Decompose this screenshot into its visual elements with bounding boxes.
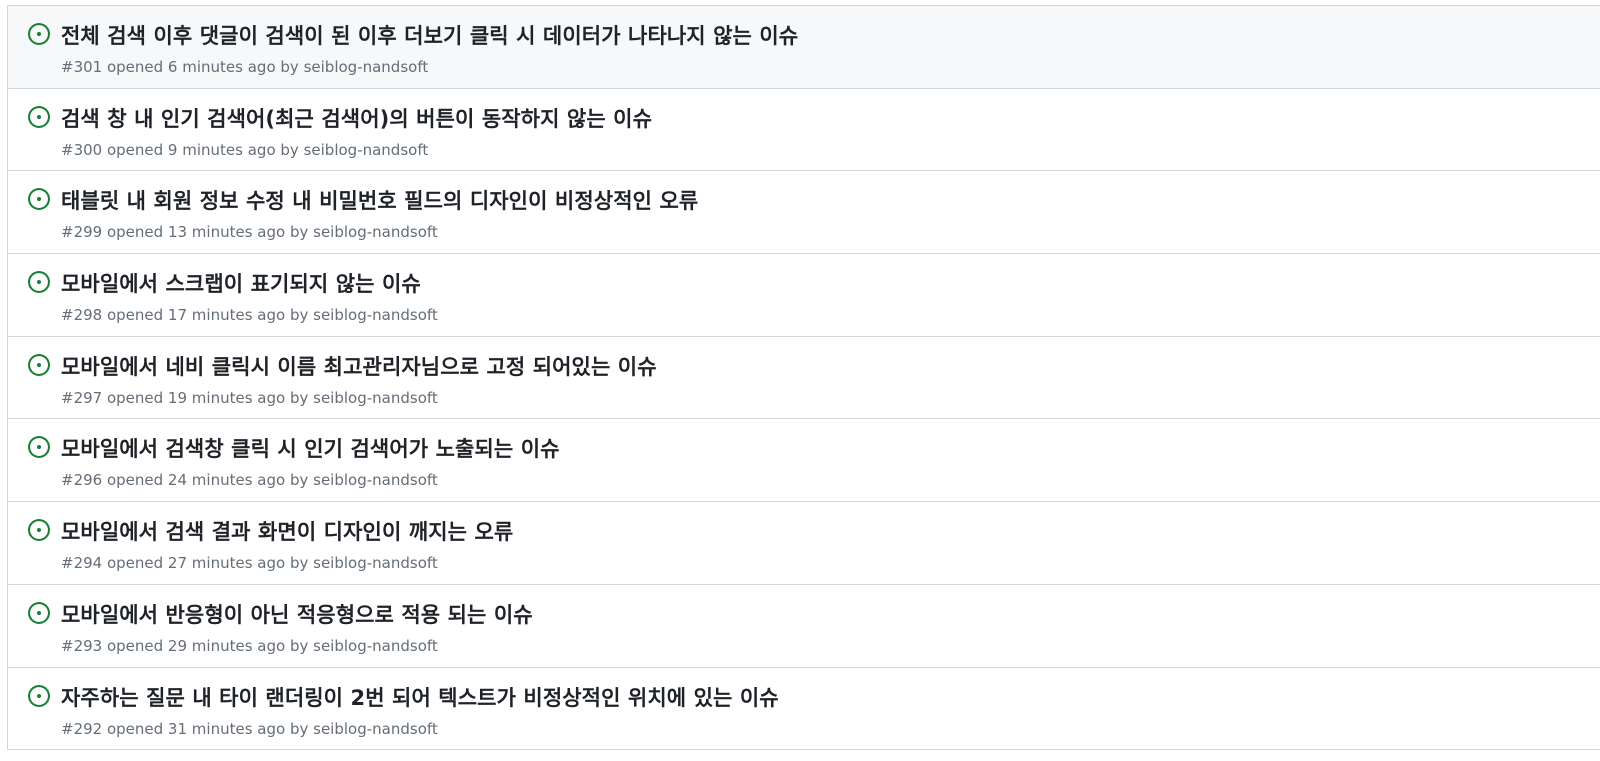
issue-meta: #296 opened 24 minutes ago by seiblog-na… bbox=[61, 471, 438, 489]
issue-meta: #297 opened 19 minutes ago by seiblog-na… bbox=[61, 389, 438, 407]
issue-opened-time: opened 29 minutes ago bbox=[106, 636, 286, 655]
issue-opened-icon bbox=[28, 188, 50, 211]
issue-by: by bbox=[289, 471, 309, 490]
issue-number: #296 bbox=[61, 471, 103, 490]
issue-opened-icon bbox=[28, 684, 50, 707]
issue-by: by bbox=[289, 306, 309, 325]
issue-meta: #294 opened 27 minutes ago by seiblog-na… bbox=[61, 554, 438, 572]
issue-by: by bbox=[289, 388, 309, 407]
issue-author-link[interactable]: seiblog-nandsoft bbox=[313, 554, 438, 572]
issue-by: by bbox=[289, 719, 309, 738]
issue-by: by bbox=[280, 140, 299, 159]
issue-author-link[interactable]: seiblog-nandsoft bbox=[313, 306, 438, 324]
issue-title-link[interactable]: 모바일에서 스크랩이 표기되지 않는 이슈 bbox=[61, 268, 421, 298]
issue-author-link[interactable]: seiblog-nandsoft bbox=[313, 223, 438, 241]
issue-title-link[interactable]: 자주하는 질문 내 타이 랜더링이 2번 되어 텍스트가 비정상적인 위치에 있… bbox=[61, 682, 779, 712]
issue-row[interactable]: 모바일에서 검색 결과 화면이 디자인이 깨지는 오류 #294 opened … bbox=[8, 502, 1600, 585]
issue-opened-time: opened 27 minutes ago bbox=[106, 554, 286, 573]
issue-row[interactable]: 모바일에서 네비 클릭시 이름 최고관리자님으로 고정 되어있는 이슈 #297… bbox=[8, 336, 1600, 420]
issue-opened-icon bbox=[28, 23, 50, 45]
issue-number: #298 bbox=[61, 306, 103, 325]
issue-author-link[interactable]: seiblog-nandsoft bbox=[304, 58, 429, 76]
issue-row[interactable]: 자주하는 질문 내 타이 랜더링이 2번 되어 텍스트가 비정상적인 위치에 있… bbox=[8, 667, 1600, 751]
issue-title-link[interactable]: 모바일에서 검색창 클릭 시 인기 검색어가 노출되는 이슈 bbox=[61, 433, 560, 463]
issue-opened-icon bbox=[28, 271, 50, 294]
issue-opened-time: opened 9 minutes ago bbox=[106, 140, 276, 159]
issue-meta: #301 opened 6 minutes ago by seiblog-nan… bbox=[61, 58, 428, 76]
issue-meta: #293 opened 29 minutes ago by seiblog-na… bbox=[61, 637, 438, 655]
issue-meta: #300 opened 9 minutes ago by seiblog-nan… bbox=[61, 141, 428, 159]
issue-opened-icon bbox=[28, 436, 50, 459]
issue-author-link[interactable]: seiblog-nandsoft bbox=[313, 389, 438, 407]
issue-row[interactable]: 모바일에서 반응형이 아닌 적응형으로 적용 되는 이슈 #293 opened… bbox=[8, 584, 1600, 668]
issue-by: by bbox=[289, 636, 309, 655]
issue-row[interactable]: 전체 검색 이후 댓글이 검색이 된 이후 더보기 클릭 시 데이터가 나타나지… bbox=[8, 6, 1600, 89]
issue-opened-icon bbox=[28, 601, 50, 624]
issue-title-link[interactable]: 모바일에서 검색 결과 화면이 디자인이 깨지는 오류 bbox=[61, 516, 513, 546]
issue-row[interactable]: 모바일에서 검색창 클릭 시 인기 검색어가 노출되는 이슈 #296 open… bbox=[8, 419, 1600, 503]
issue-by: by bbox=[280, 58, 299, 76]
issue-number: #297 bbox=[61, 388, 103, 407]
issue-number: #294 bbox=[61, 554, 103, 573]
issue-row[interactable]: 태블릿 내 회원 정보 수정 내 비밀번호 필드의 디자인이 비정상적인 오류 … bbox=[8, 171, 1600, 255]
issue-meta: #298 opened 17 minutes ago by seiblog-na… bbox=[61, 306, 438, 324]
issue-author-link[interactable]: seiblog-nandsoft bbox=[313, 471, 438, 489]
issue-title-link[interactable]: 전체 검색 이후 댓글이 검색이 된 이후 더보기 클릭 시 데이터가 나타나지… bbox=[61, 20, 798, 50]
issue-number: #292 bbox=[61, 719, 103, 738]
issue-list: 전체 검색 이후 댓글이 검색이 된 이후 더보기 클릭 시 데이터가 나타나지… bbox=[7, 5, 1600, 751]
issue-number: #299 bbox=[61, 223, 103, 242]
issue-opened-time: opened 31 minutes ago bbox=[106, 719, 286, 738]
issue-opened-time: opened 6 minutes ago bbox=[106, 58, 276, 76]
issue-title-link[interactable]: 모바일에서 네비 클릭시 이름 최고관리자님으로 고정 되어있는 이슈 bbox=[61, 351, 657, 381]
issue-number: #300 bbox=[61, 140, 103, 159]
issue-row[interactable]: 검색 창 내 인기 검색어(최근 검색어)의 버튼이 동작하지 않는 이슈 #3… bbox=[8, 88, 1600, 172]
issue-author-link[interactable]: seiblog-nandsoft bbox=[313, 720, 438, 738]
issue-title-link[interactable]: 모바일에서 반응형이 아닌 적응형으로 적용 되는 이슈 bbox=[61, 599, 533, 629]
issue-author-link[interactable]: seiblog-nandsoft bbox=[313, 637, 438, 655]
issue-number: #293 bbox=[61, 636, 103, 655]
issue-by: by bbox=[289, 223, 309, 242]
issue-number: #301 bbox=[61, 58, 103, 76]
issue-title-link[interactable]: 태블릿 내 회원 정보 수정 내 비밀번호 필드의 디자인이 비정상적인 오류 bbox=[61, 185, 698, 215]
issue-opened-icon bbox=[28, 353, 50, 376]
issue-by: by bbox=[289, 554, 309, 573]
issue-row[interactable]: 모바일에서 스크랩이 표기되지 않는 이슈 #298 opened 17 min… bbox=[8, 254, 1600, 337]
issue-opened-time: opened 17 minutes ago bbox=[106, 306, 286, 325]
issue-meta: #292 opened 31 minutes ago by seiblog-na… bbox=[61, 720, 438, 738]
issue-opened-time: opened 19 minutes ago bbox=[106, 388, 286, 407]
issue-opened-icon bbox=[28, 519, 50, 542]
issue-author-link[interactable]: seiblog-nandsoft bbox=[304, 141, 429, 159]
issue-title-link[interactable]: 검색 창 내 인기 검색어(최근 검색어)의 버튼이 동작하지 않는 이슈 bbox=[61, 103, 652, 133]
issue-meta: #299 opened 13 minutes ago by seiblog-na… bbox=[61, 223, 438, 241]
issue-opened-time: opened 13 minutes ago bbox=[106, 223, 286, 242]
issue-opened-icon bbox=[28, 105, 50, 128]
issue-opened-time: opened 24 minutes ago bbox=[106, 471, 286, 490]
